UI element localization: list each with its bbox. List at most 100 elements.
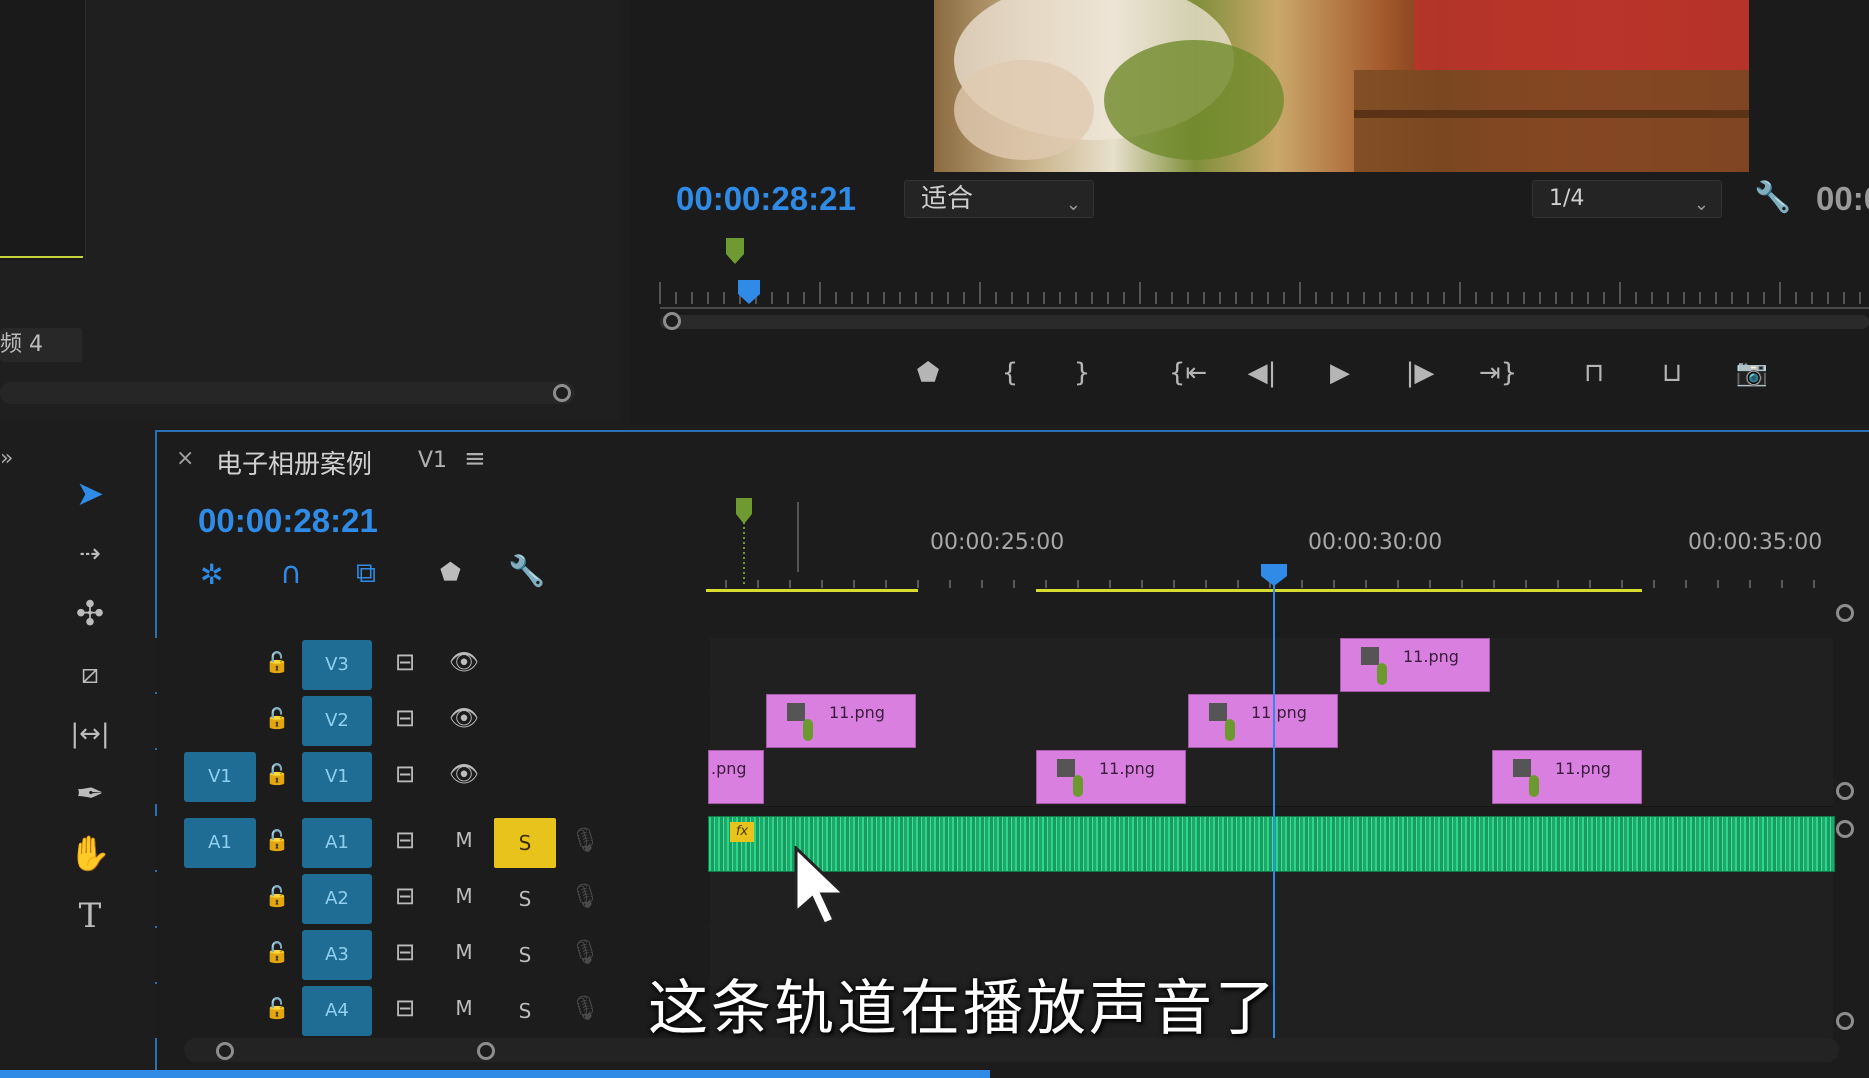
clip-v1[interactable]: 11.png <box>1036 750 1186 804</box>
extract-icon[interactable]: ⊔ <box>1650 358 1694 388</box>
go-to-out-icon[interactable]: ⇥} <box>1470 358 1526 388</box>
solo-track-button[interactable]: S <box>494 818 556 868</box>
sync-lock-icon[interactable]: ⊟ <box>388 704 422 732</box>
track-target-v2[interactable]: V2 <box>302 696 372 746</box>
timeline-ruler[interactable] <box>706 492 1836 592</box>
camera-icon[interactable]: 📷 <box>1730 358 1774 388</box>
toggle-output-eye-icon[interactable]: 👁 <box>446 704 482 732</box>
clip-v1[interactable]: .png <box>708 750 764 804</box>
opacity-keyframe-handle[interactable] <box>1529 775 1539 797</box>
type-tool-icon[interactable]: T <box>64 892 116 940</box>
source-patch-a1[interactable]: A1 <box>184 818 256 868</box>
voice-over-record-icon[interactable]: 🎙 <box>570 994 600 1022</box>
track-lock-icon[interactable]: 🔓 <box>262 940 292 964</box>
track-target-v3[interactable]: V3 <box>302 640 372 690</box>
sync-lock-icon[interactable]: ⊟ <box>388 882 422 910</box>
track-lock-icon[interactable]: 🔓 <box>262 706 292 730</box>
opacity-keyframe-handle[interactable] <box>1377 663 1387 685</box>
close-icon[interactable]: × <box>176 446 194 471</box>
opacity-keyframe-handle[interactable] <box>803 719 813 741</box>
slip-tool-icon[interactable]: |↔| <box>64 710 116 758</box>
mark-out-icon[interactable]: } <box>1060 358 1104 388</box>
track-lock-icon[interactable]: 🔓 <box>262 828 292 852</box>
track-target-a2[interactable]: A2 <box>302 874 372 924</box>
track-lane-a2[interactable] <box>708 872 1833 929</box>
source-patch-v1[interactable]: V1 <box>184 752 256 802</box>
voice-over-record-icon[interactable]: 🎙 <box>570 826 600 854</box>
wrench-icon[interactable]: 🔧 <box>1754 180 1791 215</box>
opacity-keyframe-handle[interactable] <box>1073 775 1083 797</box>
sync-lock-icon[interactable]: ⊟ <box>388 648 422 676</box>
in-point-marker[interactable] <box>726 238 744 264</box>
clip-v1[interactable]: 11.png <box>1492 750 1642 804</box>
track-lane-v1[interactable] <box>708 750 1833 807</box>
sync-lock-icon[interactable]: ⊟ <box>388 760 422 788</box>
voice-over-record-icon[interactable]: 🎙 <box>570 938 600 966</box>
track-target-a4[interactable]: A4 <box>302 986 372 1036</box>
go-to-in-icon[interactable]: {⇤ <box>1160 358 1216 388</box>
in-point-marker[interactable] <box>736 498 752 524</box>
panel-menu-icon[interactable]: ≡ <box>464 444 486 474</box>
sync-lock-icon[interactable]: ⊟ <box>388 826 422 854</box>
clip-v2[interactable]: 11.png <box>766 694 916 748</box>
nest-sequence-icon[interactable]: ✲ <box>200 558 223 591</box>
audio-clip-a1[interactable] <box>708 816 1835 872</box>
play-icon[interactable]: ▶ <box>1318 358 1362 388</box>
track-lock-icon[interactable]: 🔓 <box>262 762 292 786</box>
ripple-edit-tool-icon[interactable]: ✣ <box>64 590 116 638</box>
opacity-keyframe-handle[interactable] <box>1225 719 1235 741</box>
sync-lock-icon[interactable]: ⊟ <box>388 994 422 1022</box>
step-forward-icon[interactable]: |▶ <box>1398 358 1442 388</box>
sync-lock-icon[interactable]: ⊟ <box>388 938 422 966</box>
add-marker-icon[interactable]: ⬟ <box>906 358 950 388</box>
add-marker-icon-timeline[interactable]: ⬟ <box>440 558 461 586</box>
solo-track-button[interactable]: S <box>494 874 556 924</box>
clip-v3[interactable]: 11.png <box>1340 638 1490 692</box>
voice-over-record-icon[interactable]: 🎙 <box>570 882 600 910</box>
hand-tool-icon[interactable]: ✋ <box>64 830 116 878</box>
expand-panels-icon[interactable]: » <box>0 446 13 471</box>
monitor-time-ruler[interactable] <box>650 230 1869 340</box>
zoom-handle-icon[interactable] <box>663 312 681 330</box>
mute-track-button[interactable]: M <box>450 828 478 852</box>
monitor-zoom-bar[interactable] <box>660 315 1869 329</box>
track-target-a3[interactable]: A3 <box>302 930 372 980</box>
mute-track-button[interactable]: M <box>450 940 478 964</box>
linked-selection-icon[interactable]: ⧉ <box>356 556 376 590</box>
track-target-v1[interactable]: V1 <box>302 752 372 802</box>
scroll-handle-icon[interactable] <box>477 1042 495 1060</box>
project-panel-scrollbar[interactable] <box>0 382 575 404</box>
step-back-icon[interactable]: ◀| <box>1240 358 1284 388</box>
scroll-handle-icon[interactable] <box>553 384 571 402</box>
zoom-select[interactable]: 适合 ⌄ <box>904 180 1094 218</box>
track-target-a1[interactable]: A1 <box>302 818 372 868</box>
timeline-settings-wrench-icon[interactable]: 🔧 <box>508 554 545 589</box>
snap-magnet-icon[interactable]: ∩ <box>280 556 302 591</box>
mark-in-icon[interactable]: { <box>988 358 1032 388</box>
resolution-select[interactable]: 1/4 ⌄ <box>1532 180 1722 218</box>
solo-track-button[interactable]: S <box>494 930 556 980</box>
project-item-tab[interactable]: 频 4 <box>0 328 82 362</box>
toggle-output-eye-icon[interactable]: 👁 <box>446 760 482 788</box>
scroll-handle-icon[interactable] <box>216 1042 234 1060</box>
clip-v2[interactable]: 11.png <box>1188 694 1338 748</box>
track-select-tool-icon[interactable]: ⇢ <box>64 530 116 578</box>
track-lock-icon[interactable]: 🔓 <box>262 650 292 674</box>
vertical-scroll-handle-icon[interactable] <box>1836 782 1854 800</box>
selection-tool-icon[interactable]: ➤ <box>64 470 116 518</box>
vertical-scroll-handle-icon[interactable] <box>1836 604 1854 622</box>
lift-icon[interactable]: ⊓ <box>1572 358 1616 388</box>
toggle-output-eye-icon[interactable]: 👁 <box>446 648 482 676</box>
mute-track-button[interactable]: M <box>450 884 478 908</box>
solo-track-button[interactable]: S <box>494 986 556 1036</box>
sequence-tab-title[interactable]: 电子相册案例 <box>216 444 372 481</box>
mute-track-button[interactable]: M <box>450 996 478 1020</box>
timeline-timecode[interactable]: 00:00:28:21 <box>198 502 378 540</box>
vertical-scroll-handle-icon[interactable] <box>1836 820 1854 838</box>
track-lane-v3[interactable] <box>708 638 1833 695</box>
program-timecode[interactable]: 00:00:28:21 <box>676 180 856 218</box>
pen-tool-icon[interactable]: ✒ <box>64 770 116 818</box>
razor-tool-icon[interactable]: ⧄ <box>64 650 116 698</box>
track-lock-icon[interactable]: 🔓 <box>262 996 292 1020</box>
vertical-scroll-handle-icon[interactable] <box>1836 1012 1854 1030</box>
